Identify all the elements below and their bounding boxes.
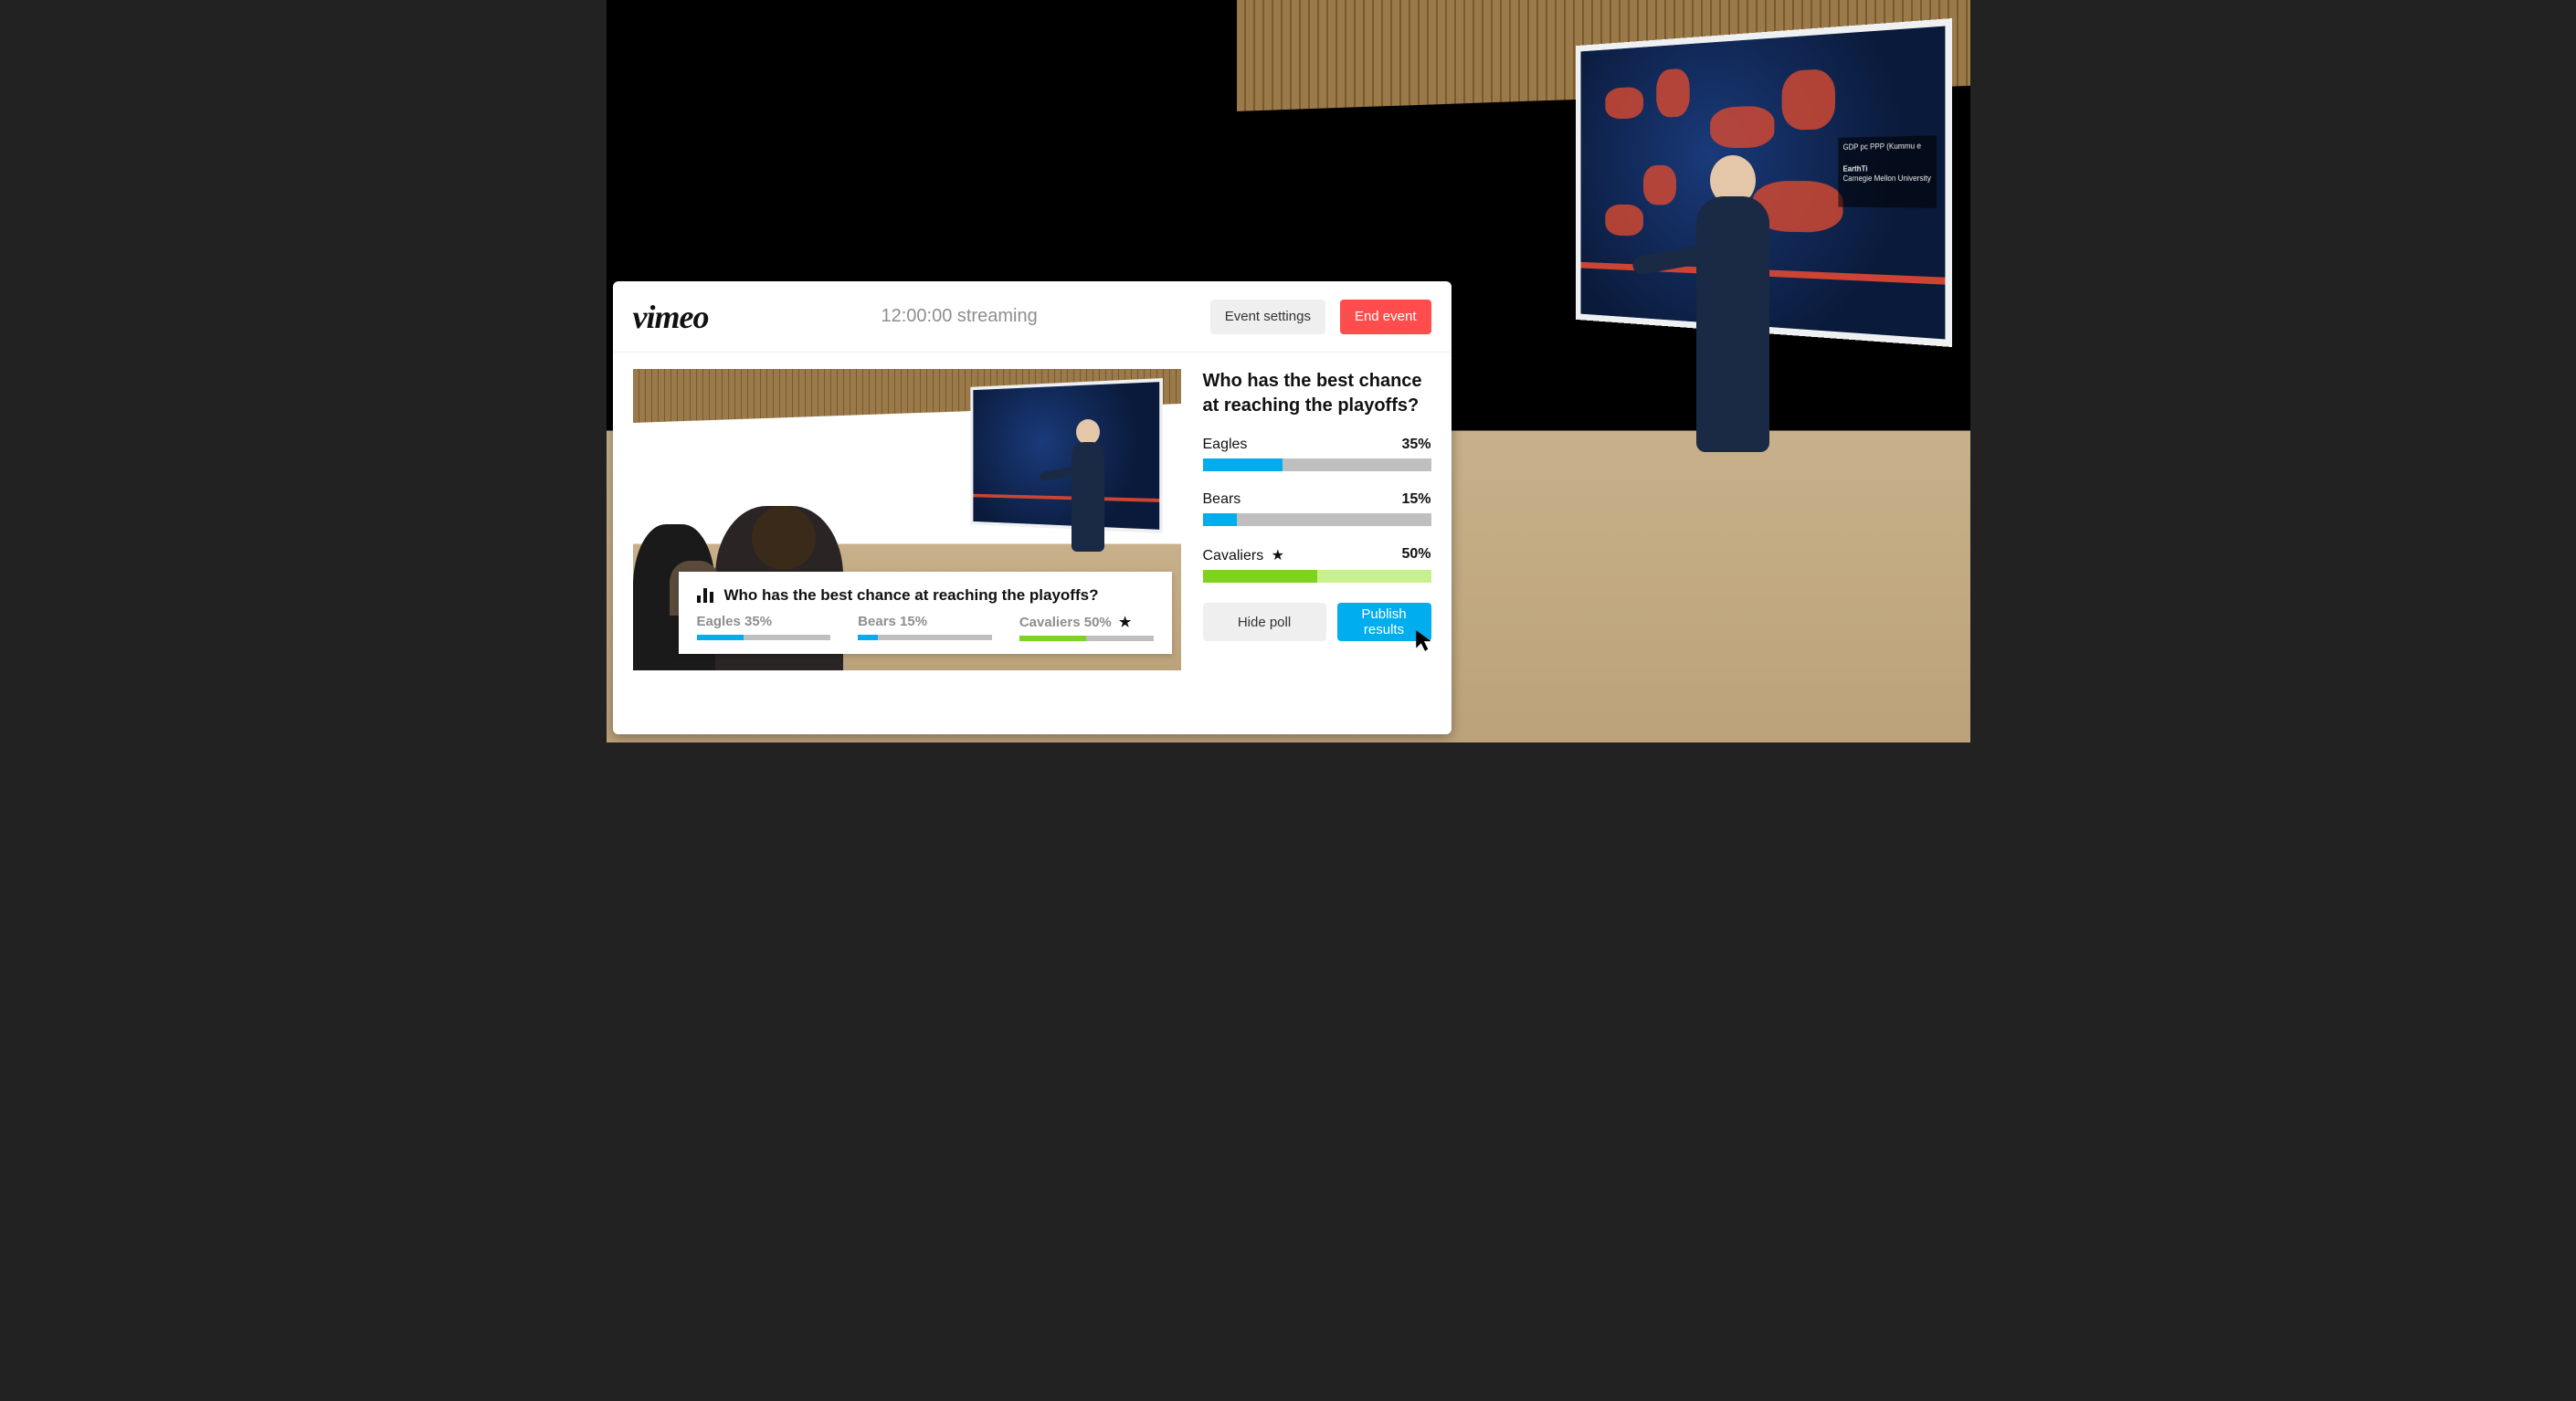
overlay-results: Eagles 35% Bears 15% Cavaliers 50% ★ — [697, 614, 1154, 641]
poll-question: Who has the best chance at reaching the … — [1203, 369, 1431, 418]
poll-option-name: Eagles — [1203, 437, 1248, 453]
overlay-result: Cavaliers 50% ★ — [1019, 614, 1154, 641]
overlay-result: Bears 15% — [858, 614, 992, 641]
legend-brand: EarthTi — [1842, 163, 1931, 174]
poll-option[interactable]: Bears 15% — [1203, 491, 1431, 526]
overlay-question: Who has the best chance at reaching the … — [724, 586, 1099, 605]
poll-option-bar — [1203, 513, 1431, 526]
legend-title: GDP pc PPP (Kummu e — [1842, 141, 1931, 152]
streaming-time-label: 12:00:00 streaming — [723, 306, 1195, 327]
black-block — [607, 0, 1237, 265]
poll-option-percent: 15% — [1401, 491, 1431, 508]
poll-option-name: Bears — [1203, 491, 1241, 508]
end-event-button[interactable]: End event — [1340, 300, 1431, 334]
legend-subtitle: Carnegie Mellon University — [1842, 174, 1931, 184]
poll-overlay-card: Who has the best chance at reaching the … — [679, 572, 1172, 654]
poll-option[interactable]: Cavaliers ★ 50% — [1203, 546, 1431, 583]
poll-option-percent: 35% — [1401, 437, 1431, 453]
event-settings-button[interactable]: Event settings — [1210, 300, 1325, 334]
poll-option-bar — [1203, 458, 1431, 471]
vimeo-logo: imeo — [633, 300, 709, 333]
star-icon: ★ — [1115, 615, 1132, 630]
overlay-result-label: Cavaliers 50% ★ — [1019, 614, 1154, 630]
stage-screen-legend: GDP pc PPP (Kummu e EarthTi Carnegie Mel… — [1838, 135, 1937, 207]
video-preview[interactable]: Who has the best chance at reaching the … — [633, 369, 1181, 670]
poll-option-percent: 50% — [1401, 546, 1431, 564]
overlay-result-label: Bears 15% — [858, 614, 992, 629]
poll-option-name: Cavaliers ★ — [1203, 546, 1284, 564]
poll-options: Eagles 35% Bears 15% Cavaliers ★ 50% — [1203, 437, 1431, 583]
poll-actions: Hide poll Publish results — [1203, 603, 1431, 641]
speaker-figure — [1660, 142, 1788, 543]
overlay-result-bar — [858, 635, 992, 640]
poll-option[interactable]: Eagles 35% — [1203, 437, 1431, 471]
publish-results-button[interactable]: Publish results — [1337, 603, 1431, 641]
overlay-result: Eagles 35% — [697, 614, 831, 641]
overlay-result-bar — [1019, 636, 1154, 641]
poll-panel: Who has the best chance at reaching the … — [1203, 369, 1431, 718]
overlay-result-label: Eagles 35% — [697, 614, 831, 629]
poll-icon — [697, 588, 713, 603]
poll-option-bar — [1203, 570, 1431, 583]
vimeo-live-window: imeo 12:00:00 streaming Event settings E… — [613, 281, 1452, 734]
overlay-result-bar — [697, 635, 831, 640]
composite-stage: GDP pc PPP (Kummu e EarthTi Carnegie Mel… — [607, 0, 1970, 743]
star-icon: ★ — [1272, 548, 1284, 564]
window-body: Who has the best chance at reaching the … — [613, 353, 1452, 734]
window-header: imeo 12:00:00 streaming Event settings E… — [613, 281, 1452, 353]
hide-poll-button[interactable]: Hide poll — [1203, 603, 1326, 641]
